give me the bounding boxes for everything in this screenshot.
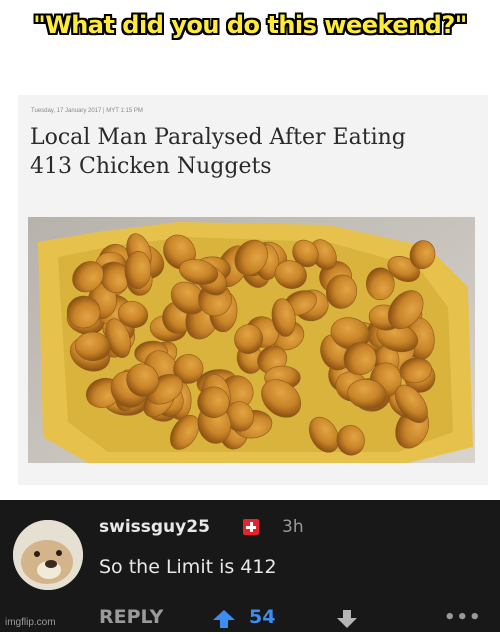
upvote-count: 54 (249, 606, 276, 628)
comment-panel: swissguy25 3h So the Limit is 412 REPLY … (0, 500, 500, 632)
watermark: imgflip.com (5, 617, 56, 628)
article-headline: Local Man Paralysed After Eating 413 Chi… (30, 123, 480, 181)
swiss-flag-icon (243, 519, 259, 535)
article-dateline: Tuesday, 17 January 2017 | MYT 1:15 PM (31, 108, 143, 114)
upvote-arrow-icon[interactable] (211, 609, 237, 629)
meme-caption-text: "What did you do this weekend?" (33, 11, 467, 39)
more-options-icon[interactable]: ••• (444, 607, 482, 628)
headline-line-1: Local Man Paralysed After Eating (30, 125, 406, 150)
downvote-arrow-icon[interactable] (335, 609, 359, 629)
avatar[interactable] (13, 520, 83, 590)
comment-text: So the Limit is 412 (99, 556, 277, 578)
comment-username[interactable]: swissguy25 (99, 517, 210, 537)
comment-timestamp: 3h (282, 517, 304, 537)
headline-line-2: 413 Chicken Nuggets (30, 154, 272, 179)
news-article-screenshot: Tuesday, 17 January 2017 | MYT 1:15 PM L… (18, 95, 488, 485)
reply-button[interactable]: REPLY (99, 606, 163, 628)
chicken-nuggets-photo (28, 217, 475, 463)
meme-caption: "What did you do this weekend?" (0, 0, 500, 50)
